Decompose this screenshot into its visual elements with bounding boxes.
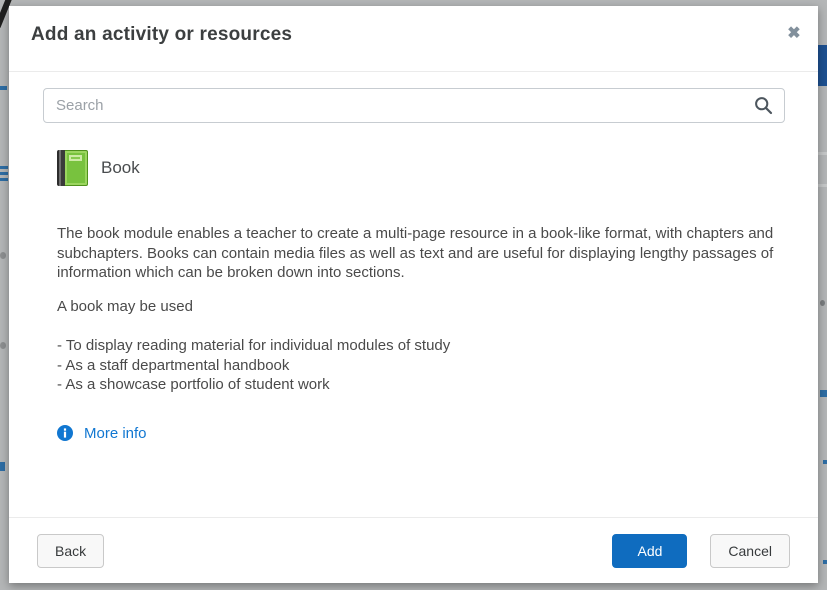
background-fragment [818, 184, 827, 187]
background-fragment [818, 152, 827, 155]
background-fragment [0, 166, 8, 169]
background-fragment [0, 86, 7, 90]
module-detail: Book The book module enables a teacher t… [43, 150, 785, 446]
info-icon [57, 425, 73, 441]
cancel-button[interactable]: Cancel [710, 534, 790, 568]
back-button[interactable]: Back [37, 534, 104, 568]
close-icon[interactable]: ✖ [783, 23, 805, 45]
add-button[interactable]: Add [612, 534, 687, 568]
background-fragment [0, 462, 5, 471]
search-icon[interactable] [753, 95, 774, 116]
usage-item: - As a staff departmental handbook [57, 356, 779, 376]
screen: Add an activity or resources ✖ [0, 0, 827, 590]
modal-footer: Back Add Cancel [9, 517, 818, 583]
add-activity-modal: Add an activity or resources ✖ [9, 6, 818, 583]
background-fragment [0, 172, 8, 175]
modal-body: Book The book module enables a teacher t… [9, 72, 818, 517]
background-fragment [823, 460, 827, 464]
footer-actions: Add Cancel [612, 534, 790, 568]
usage-item: - As a showcase portfolio of student wor… [57, 375, 779, 395]
more-info-label: More info [84, 425, 147, 442]
book-icon-spine [57, 150, 65, 186]
background-fragment [823, 560, 827, 564]
more-info-link[interactable]: More info [57, 425, 147, 442]
search-input[interactable] [43, 88, 785, 123]
modal-title: Add an activity or resources [31, 24, 292, 46]
background-fragment [820, 390, 827, 397]
book-icon [57, 150, 88, 186]
usage-intro: A book may be used [57, 297, 779, 317]
usage-list: - To display reading material for indivi… [57, 336, 779, 395]
module-header: Book [57, 150, 779, 186]
modal-header: Add an activity or resources ✖ [9, 6, 818, 72]
background-fragment [0, 178, 8, 181]
usage-item: - To display reading material for indivi… [57, 336, 779, 356]
module-description: The book module enables a teacher to cre… [57, 224, 779, 283]
background-button-fragment [818, 45, 827, 86]
search-bar [43, 88, 785, 123]
book-icon-label [69, 155, 82, 161]
background-fragment [820, 300, 825, 306]
background-fragment [0, 342, 6, 349]
module-name: Book [101, 158, 140, 178]
background-fragment [0, 252, 6, 259]
book-icon-cover [65, 150, 88, 186]
